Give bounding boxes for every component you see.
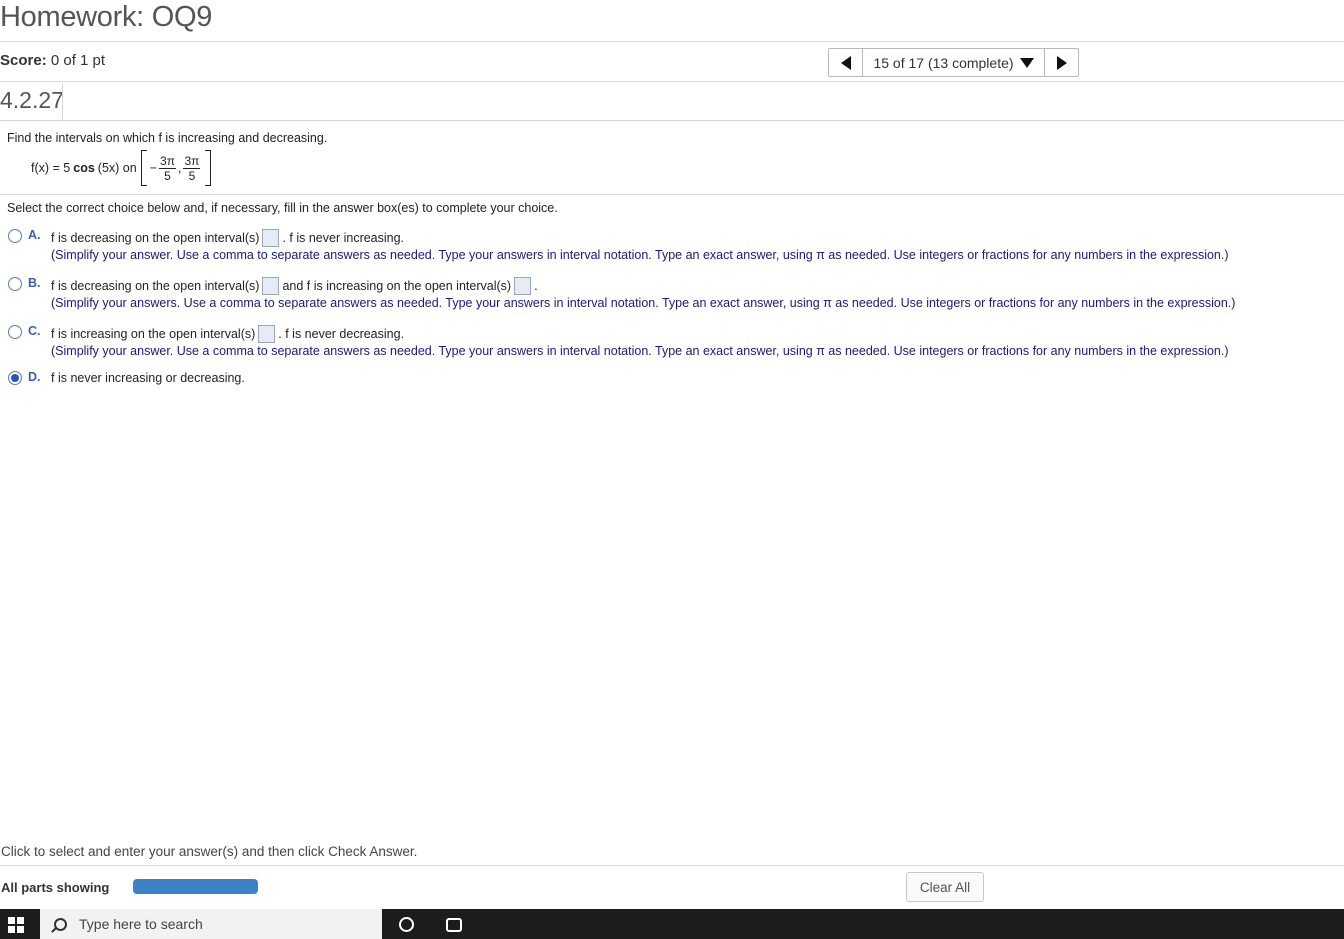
fraction-numerator: 3π (159, 153, 176, 169)
choice-d-radio[interactable] (8, 371, 22, 385)
question-navigator: 15 of 17 (13 complete) (828, 48, 1079, 77)
score-label: Score: (0, 52, 47, 69)
choice-hint: (Simplify your answers. Use a comma to s… (51, 296, 1236, 310)
divider (0, 41, 1344, 42)
score: Score: 0 of 1 pt (0, 52, 105, 69)
parts-progress-bar (133, 879, 258, 894)
answer-box[interactable] (262, 229, 280, 247)
choice-text: f is decreasing on the open interval(s) (51, 279, 260, 293)
question-prompt: Find the intervals on which f is increas… (7, 131, 328, 145)
search-placeholder: Type here to search (79, 916, 203, 932)
interval-comma: , (177, 161, 182, 175)
divider (0, 120, 1344, 121)
taskbar: Type here to search (0, 909, 1344, 939)
fraction-lower: 3π 5 (159, 154, 176, 183)
interval-minus: − (149, 161, 158, 175)
instructions: Select the correct choice below and, if … (7, 201, 558, 215)
fraction-numerator: 3π (183, 153, 201, 169)
question-progress-label: 15 of 17 (13 complete) (873, 54, 1014, 71)
windows-start-icon[interactable] (8, 917, 24, 933)
choice-text: f is never increasing or decreasing. (51, 371, 245, 385)
answer-box[interactable] (262, 277, 280, 295)
choice-c-radio[interactable] (8, 325, 22, 339)
choice-hint: (Simplify your answer. Use a comma to se… (51, 248, 1229, 262)
previous-question-button[interactable] (829, 49, 863, 76)
divider (62, 84, 63, 120)
divider (0, 81, 1344, 82)
divider (0, 865, 1344, 866)
next-question-button[interactable] (1044, 49, 1078, 76)
choice-a-radio[interactable] (8, 229, 22, 243)
arrow-left-icon (840, 55, 851, 70)
arrow-right-icon (1056, 55, 1067, 70)
choice-text: and f is increasing on the open interval… (282, 279, 512, 293)
function-cos: cos (73, 161, 95, 175)
choice-letter: B. (28, 276, 41, 290)
choice-text: . f is never decreasing. (278, 327, 405, 341)
divider (0, 194, 1344, 195)
choice-text: f is decreasing on the open interval(s) (51, 231, 260, 245)
footer-hint: Click to select and enter your answer(s)… (1, 844, 418, 859)
fraction-denominator: 5 (188, 168, 196, 183)
bracket-right (205, 150, 212, 186)
choice-hint: (Simplify your answer. Use a comma to se… (51, 344, 1229, 358)
taskbar-search[interactable]: Type here to search (40, 909, 382, 939)
function-arg: (5x) on (97, 161, 137, 175)
answer-box[interactable] (258, 325, 276, 343)
cortana-icon[interactable] (399, 917, 414, 932)
function-expression: f(x) = 5 cos (5x) on − 3π 5 , 3π 5 (31, 150, 212, 186)
question-number: 4.2.27 (0, 87, 64, 113)
caret-down-icon (1019, 57, 1034, 68)
choice-letter: A. (28, 228, 41, 242)
clear-all-button[interactable]: Clear All (906, 872, 984, 902)
search-icon (54, 917, 67, 931)
choice-text: . f is never increasing. (282, 231, 405, 245)
choice-letter: C. (28, 324, 41, 338)
answer-box[interactable] (514, 277, 532, 295)
function-left: f(x) = 5 (31, 161, 71, 175)
interval: − 3π 5 , 3π 5 (140, 150, 212, 186)
choice-b-radio[interactable] (8, 277, 22, 291)
question-select-dropdown[interactable]: 15 of 17 (13 complete) (863, 49, 1044, 76)
fraction-upper: 3π 5 (183, 153, 201, 183)
score-value: 0 of 1 pt (50, 52, 106, 69)
task-view-icon[interactable] (446, 918, 462, 932)
choice-letter: D. (28, 370, 41, 384)
page-title: Homework: OQ9 (0, 1, 213, 33)
choice-text: f is increasing on the open interval(s) (51, 327, 256, 341)
choice-text: . (534, 279, 538, 293)
parts-showing-label: All parts showing (1, 880, 110, 895)
fraction-denominator: 5 (164, 168, 171, 183)
